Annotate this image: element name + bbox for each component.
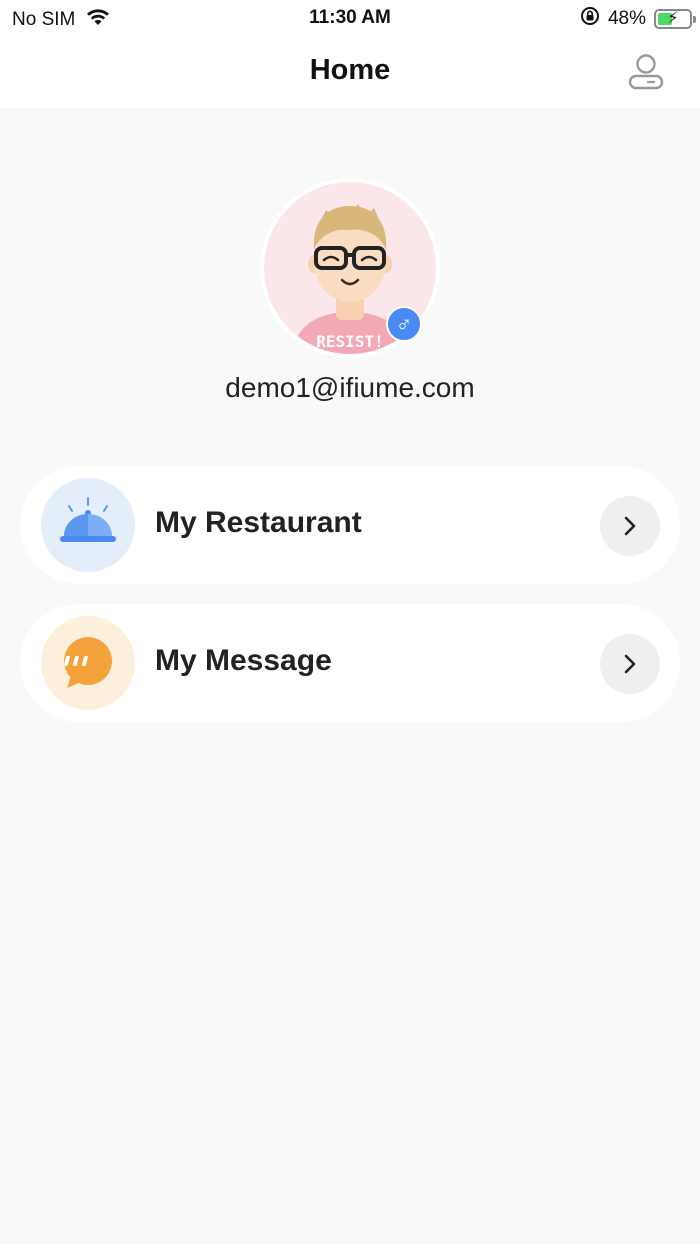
menu-item-my-message[interactable]: My Message	[20, 604, 680, 722]
chevron-right-icon	[624, 516, 636, 536]
chevron-right-button[interactable]	[600, 496, 660, 556]
menu-item-my-restaurant[interactable]: My Restaurant	[20, 466, 680, 584]
menu-item-label: My Restaurant	[155, 506, 362, 539]
menu-item-label: My Message	[155, 644, 332, 677]
chevron-right-button[interactable]	[600, 634, 660, 694]
gender-male-badge: ♂	[386, 306, 422, 342]
food-cloche-icon	[41, 478, 135, 572]
status-right: 48% ⚡	[580, 6, 696, 32]
user-email: demo1@ifiume.com	[225, 372, 475, 403]
status-bar: No SIM 11:30 AM 48% ⚡	[0, 0, 700, 36]
battery-charging-icon: ⚡	[654, 9, 696, 29]
chevron-right-icon	[624, 654, 636, 674]
rotation-lock-icon	[580, 6, 600, 32]
user-icon	[628, 54, 664, 90]
charging-bolt-icon: ⚡	[667, 10, 679, 27]
user-profile-button[interactable]	[626, 52, 666, 92]
navigation-bar: Home	[0, 36, 700, 108]
chat-bubble-icon	[41, 616, 135, 710]
battery-percent: 48%	[607, 8, 646, 29]
page-title: Home	[309, 54, 391, 86]
home-screen: No SIM 11:30 AM 48% ⚡ Home RESIST! ♂ dem…	[0, 0, 700, 1244]
